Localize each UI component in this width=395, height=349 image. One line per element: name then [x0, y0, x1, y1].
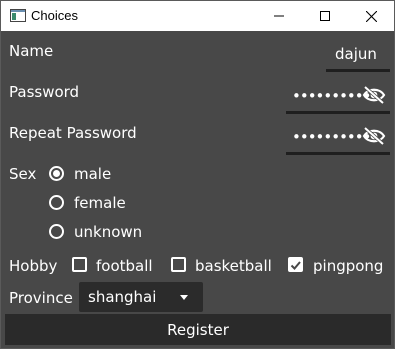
maximize-icon [320, 11, 330, 21]
hobby-label: Hobby [9, 257, 58, 275]
repeat-password-label: Repeat Password [9, 124, 137, 142]
radio-female-label[interactable]: female [74, 194, 126, 212]
minimize-button[interactable] [256, 1, 302, 31]
radio-female[interactable] [49, 195, 64, 210]
checkbox-football-label[interactable]: football [96, 257, 153, 275]
password-input[interactable]: •••••••••• [292, 87, 371, 105]
close-icon [365, 10, 377, 22]
register-button[interactable]: Register [5, 314, 391, 345]
close-button[interactable] [348, 1, 394, 31]
eye-off-icon[interactable] [362, 85, 386, 105]
checkbox-pingpong[interactable] [288, 257, 303, 272]
minimize-icon [274, 15, 284, 17]
name-field-underline [326, 69, 390, 72]
title-bar[interactable]: Choices [1, 1, 394, 31]
radio-unknown[interactable] [49, 224, 64, 239]
repeat-password-input[interactable]: •••••••••• [292, 128, 371, 146]
chevron-down-icon [180, 295, 188, 300]
radio-unknown-label[interactable]: unknown [74, 223, 142, 241]
password-field-underline [286, 111, 390, 114]
eye-off-icon[interactable] [362, 126, 386, 146]
name-label: Name [9, 42, 54, 60]
radio-male-label[interactable]: male [74, 165, 111, 183]
radio-male[interactable] [49, 166, 64, 181]
sex-label: Sex [9, 165, 37, 183]
choices-window: Choices Name dajun Password •••••••••• R… [0, 0, 395, 349]
checkbox-basketball[interactable] [171, 257, 186, 272]
province-select[interactable]: shanghai [79, 282, 203, 312]
password-label: Password [9, 83, 80, 101]
name-input[interactable]: dajun [335, 45, 377, 63]
province-select-value: shanghai [88, 288, 157, 306]
maximize-button[interactable] [302, 1, 348, 31]
checkmark-icon [290, 261, 301, 270]
window-title: Choices [31, 8, 78, 23]
checkbox-basketball-label[interactable]: basketball [195, 257, 272, 275]
repeat-password-field-underline [286, 152, 390, 155]
checkbox-pingpong-label[interactable]: pingpong [313, 257, 383, 275]
checkbox-football[interactable] [72, 257, 87, 272]
window-icon [10, 9, 26, 22]
province-label: Province [9, 289, 73, 307]
